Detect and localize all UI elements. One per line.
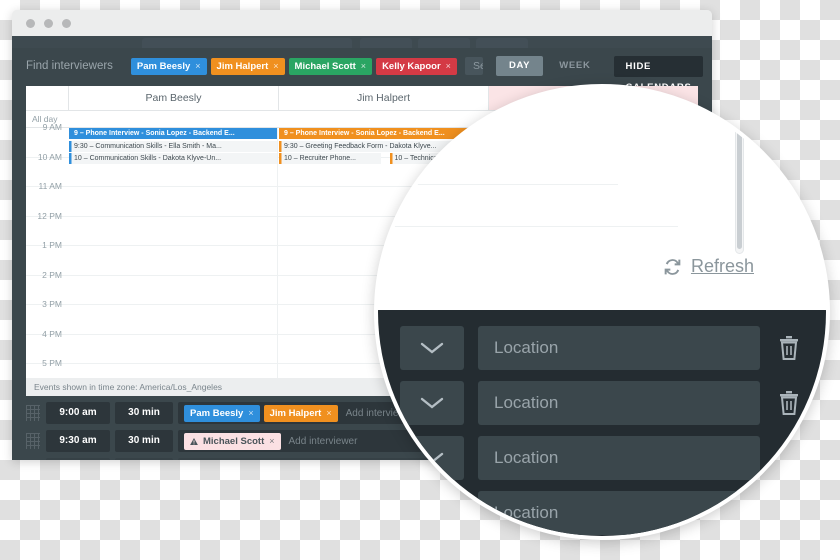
- chip-remove-icon[interactable]: ×: [195, 61, 200, 71]
- warning-triangle-icon: [190, 437, 198, 445]
- magnified-upper-area: Refresh: [378, 88, 826, 310]
- magnified-row: Location: [378, 436, 826, 480]
- interviewer-chip-pam-beesly[interactable]: Pam Beesly ×: [130, 57, 207, 75]
- hour-label: 9 AM: [42, 122, 62, 132]
- tag-remove-icon[interactable]: ×: [248, 408, 253, 418]
- interviewer-tag-michael-scott[interactable]: Michael Scott ×: [184, 432, 281, 450]
- events-column-pam-beesly: 9 – Phone Interview - Sonia Lopez - Back…: [68, 128, 278, 378]
- view-toggle-day[interactable]: DAY: [495, 56, 544, 76]
- calendar-event[interactable]: 10 – Recruiter Phone...: [279, 153, 381, 164]
- location-input[interactable]: Location: [478, 381, 760, 425]
- tag-label: Michael Scott: [203, 435, 265, 447]
- schedule-row-duration[interactable]: 30 min: [115, 402, 173, 424]
- trash-icon: [780, 446, 798, 470]
- refresh-label: Refresh: [690, 256, 754, 276]
- hour-label: 4 PM: [42, 328, 62, 339]
- delete-row-button[interactable]: [776, 335, 802, 361]
- refresh-sync-icon: [664, 258, 681, 275]
- magnified-location-rows: Location Location Location Location: [378, 310, 826, 536]
- location-input[interactable]: Location: [478, 326, 760, 370]
- chip-label: Michael Scott: [294, 60, 356, 72]
- hour-label: 12 PM: [37, 210, 62, 221]
- drag-handle-icon[interactable]: [26, 405, 40, 421]
- event-title: 10 – Communication Skills - Dakota Klyve…: [74, 155, 222, 162]
- schedule-row-time[interactable]: 9:00 am: [46, 402, 110, 424]
- hour-label: 10 AM: [37, 151, 62, 162]
- interviewer-chip-kelly-kapoor[interactable]: Kelly Kapoor ×: [376, 57, 457, 75]
- delete-row-button[interactable]: [776, 500, 802, 526]
- clipped-upper-row: [12, 36, 712, 48]
- calendar-event[interactable]: 9 – Phone Interview - Sonia Lopez - Back…: [69, 128, 277, 139]
- interviewer-toolbar: Find interviewers Pam Beesly × Jim Halpe…: [12, 48, 712, 93]
- chip-label: Pam Beesly: [136, 60, 191, 72]
- interviewer-chip-jim-halpert[interactable]: Jim Halpert ×: [210, 57, 285, 75]
- event-title: 9:30 – Communication Skills - Ella Smith…: [74, 142, 222, 150]
- event-title: 9 – Phone Interview - Sonia Lopez - Back…: [74, 130, 235, 137]
- window-titlebar: [12, 10, 712, 36]
- duration-dropdown-button[interactable]: [400, 491, 464, 535]
- chip-label: Jim Halpert: [216, 60, 269, 72]
- calendar-gutter-corner: [26, 86, 68, 110]
- trash-icon: [780, 501, 798, 525]
- tag-label: Pam Beesly: [190, 407, 244, 419]
- window-minimize-dot[interactable]: [44, 18, 53, 28]
- hour-label: 5 PM: [42, 358, 62, 368]
- magnified-row: Location: [378, 491, 826, 535]
- scrollbar-thumb[interactable]: [737, 131, 742, 249]
- magnified-gridline: [378, 184, 618, 185]
- calendar-event[interactable]: 9:30 – Communication Skills - Ella Smith…: [69, 140, 277, 152]
- find-interviewers-label: Find interviewers: [26, 60, 113, 72]
- duration-dropdown-button[interactable]: [400, 326, 464, 370]
- hour-label: 1 PM: [42, 240, 62, 250]
- interviewer-chip-michael-scott[interactable]: Michael Scott ×: [288, 57, 373, 75]
- interviewer-tag-pam-beesly[interactable]: Pam Beesly ×: [184, 404, 260, 422]
- chip-label: Kelly Kapoor: [382, 60, 441, 72]
- schedule-row-duration[interactable]: 30 min: [115, 430, 173, 452]
- window-maximize-dot[interactable]: [62, 18, 71, 28]
- magnified-row: Location: [378, 381, 826, 425]
- magnified-row: Location: [378, 326, 826, 370]
- chevron-down-icon: [420, 507, 444, 519]
- magnified-scrollbar[interactable]: [735, 128, 744, 254]
- hide-calendars-button[interactable]: HIDE CALENDARS: [613, 55, 704, 93]
- tag-label: Jim Halpert: [269, 407, 322, 419]
- chevron-down-icon: [420, 342, 444, 354]
- schedule-row-duration[interactable]: 30 min: [115, 458, 173, 460]
- duration-dropdown-button[interactable]: [400, 381, 464, 425]
- drag-handle-icon[interactable]: [26, 433, 40, 449]
- delete-row-button[interactable]: [776, 390, 802, 416]
- calendar-event[interactable]: 10 – Communication Skills - Dakota Klyve…: [69, 153, 277, 164]
- hour-label: 2 PM: [42, 269, 62, 280]
- trash-icon: [780, 391, 798, 415]
- tag-remove-icon[interactable]: ×: [326, 408, 331, 418]
- trash-icon: [780, 336, 798, 360]
- chevron-down-icon: [420, 397, 444, 409]
- calendar-column-header-pam-beesly[interactable]: Pam Beesly: [68, 86, 278, 110]
- search-interviewers-input[interactable]: Search interviewers: [464, 57, 483, 75]
- chevron-down-icon: [420, 452, 444, 464]
- schedule-row-time[interactable]: 9:30 am: [46, 430, 110, 452]
- chip-remove-icon[interactable]: ×: [361, 61, 366, 71]
- refresh-button[interactable]: Refresh: [662, 256, 754, 277]
- column-label: Pam Beesly: [145, 92, 202, 104]
- window-close-dot[interactable]: [26, 18, 35, 28]
- hour-label: 11 AM: [38, 181, 62, 191]
- chip-remove-icon[interactable]: ×: [273, 61, 278, 71]
- delete-row-button[interactable]: [776, 445, 802, 471]
- hour-label: 3 PM: [42, 299, 62, 309]
- interviewer-tag-jim-halpert[interactable]: Jim Halpert ×: [263, 404, 338, 422]
- location-input[interactable]: Location: [478, 436, 760, 480]
- chip-remove-icon[interactable]: ×: [446, 61, 451, 71]
- tag-remove-icon[interactable]: ×: [269, 436, 274, 446]
- magnified-gridline: [378, 226, 678, 227]
- view-toggle-week[interactable]: WEEK: [546, 56, 603, 76]
- event-title: 10 – Recruiter Phone...: [284, 155, 356, 162]
- schedule-row-time[interactable]: 10:00 am: [46, 458, 110, 460]
- location-input[interactable]: Location: [478, 491, 760, 535]
- magnifier-lens: Refresh Location Location Location Locat…: [374, 84, 830, 540]
- duration-dropdown-button[interactable]: [400, 436, 464, 480]
- add-interviewer-placeholder[interactable]: Add interviewer: [289, 436, 358, 447]
